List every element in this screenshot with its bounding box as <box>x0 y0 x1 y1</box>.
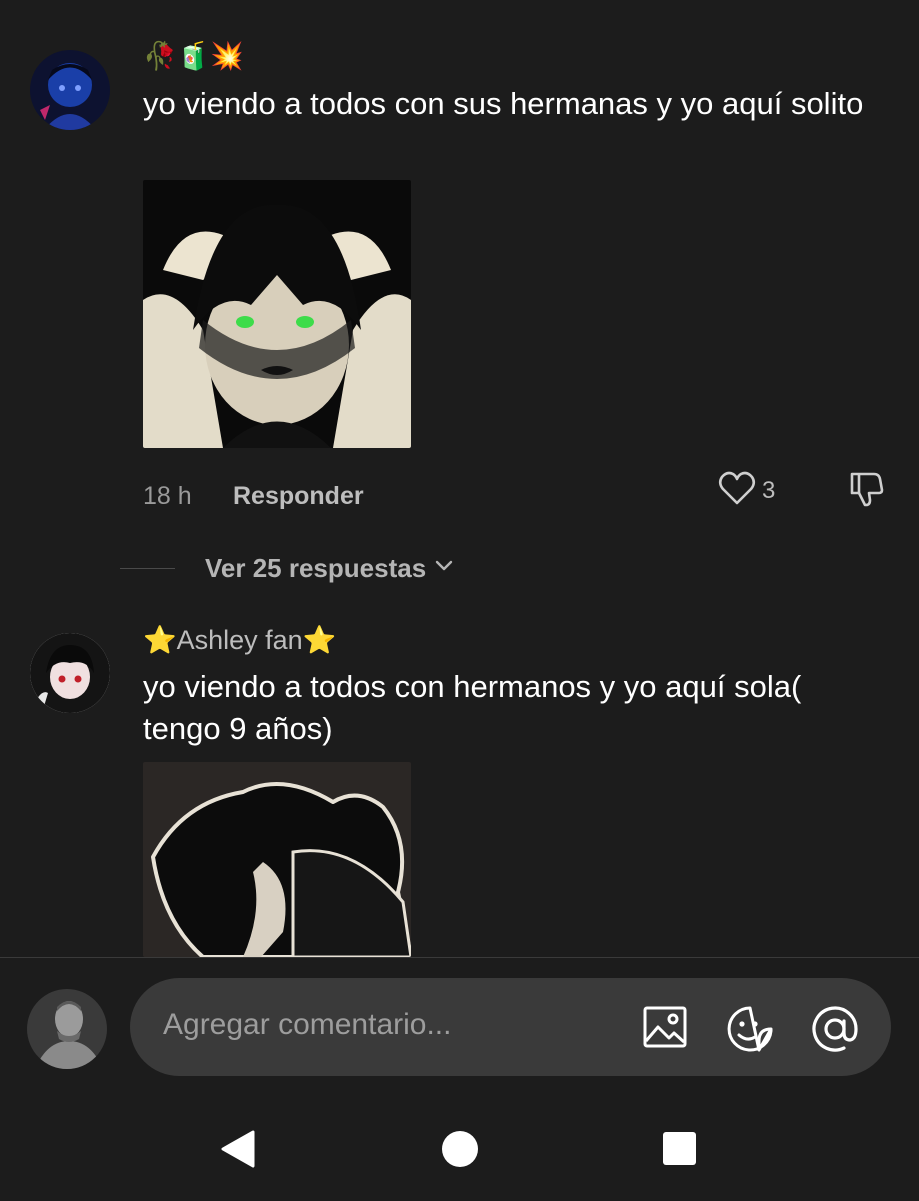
divider-line <box>120 568 175 569</box>
anime-character-image <box>143 180 411 448</box>
image-icon[interactable] <box>642 1005 688 1054</box>
comment-composer-bar: Agregar comentario... <box>0 957 919 1201</box>
comment-text: yo viendo a todos con hermanos y yo aquí… <box>143 669 802 746</box>
nav-home-icon[interactable] <box>441 1130 479 1173</box>
current-user-avatar <box>27 989 107 1069</box>
comment-image[interactable] <box>143 180 411 448</box>
like-button[interactable]: 3 <box>718 470 775 511</box>
comment-username[interactable]: ⭐Ashley fan⭐ <box>143 624 336 656</box>
comment-input[interactable]: Agregar comentario... <box>130 978 891 1076</box>
heart-outline-icon <box>718 470 756 511</box>
reply-button[interactable]: Responder <box>233 482 364 511</box>
view-replies-button[interactable]: Ver 25 respuestas <box>120 553 454 584</box>
at-icon[interactable] <box>811 1005 859 1058</box>
comment-time: 18 h <box>143 482 192 510</box>
chevron-down-icon <box>434 559 454 578</box>
avatar-image <box>30 50 110 130</box>
emoji-sticker-icon[interactable] <box>725 1005 775 1058</box>
anime-character-image <box>143 762 411 957</box>
comment-text: yo viendo a todos con sus hermanas y yo … <box>143 86 864 121</box>
avatar-image <box>30 633 110 713</box>
nav-back-icon[interactable] <box>219 1129 257 1174</box>
thumbs-down-icon <box>848 472 888 512</box>
comment-input-placeholder: Agregar comentario... <box>163 1008 452 1041</box>
nav-recents-icon[interactable] <box>662 1131 697 1171</box>
like-count: 3 <box>762 476 776 504</box>
dislike-button[interactable] <box>848 470 888 513</box>
comment-image[interactable] <box>143 762 411 957</box>
user-avatar[interactable] <box>30 633 110 713</box>
system-navigation-bar <box>0 1108 919 1201</box>
view-replies-label: Ver 25 respuestas <box>205 553 427 583</box>
user-avatar[interactable] <box>30 50 110 130</box>
comment-username[interactable]: 🥀🧃💥 <box>143 40 244 72</box>
